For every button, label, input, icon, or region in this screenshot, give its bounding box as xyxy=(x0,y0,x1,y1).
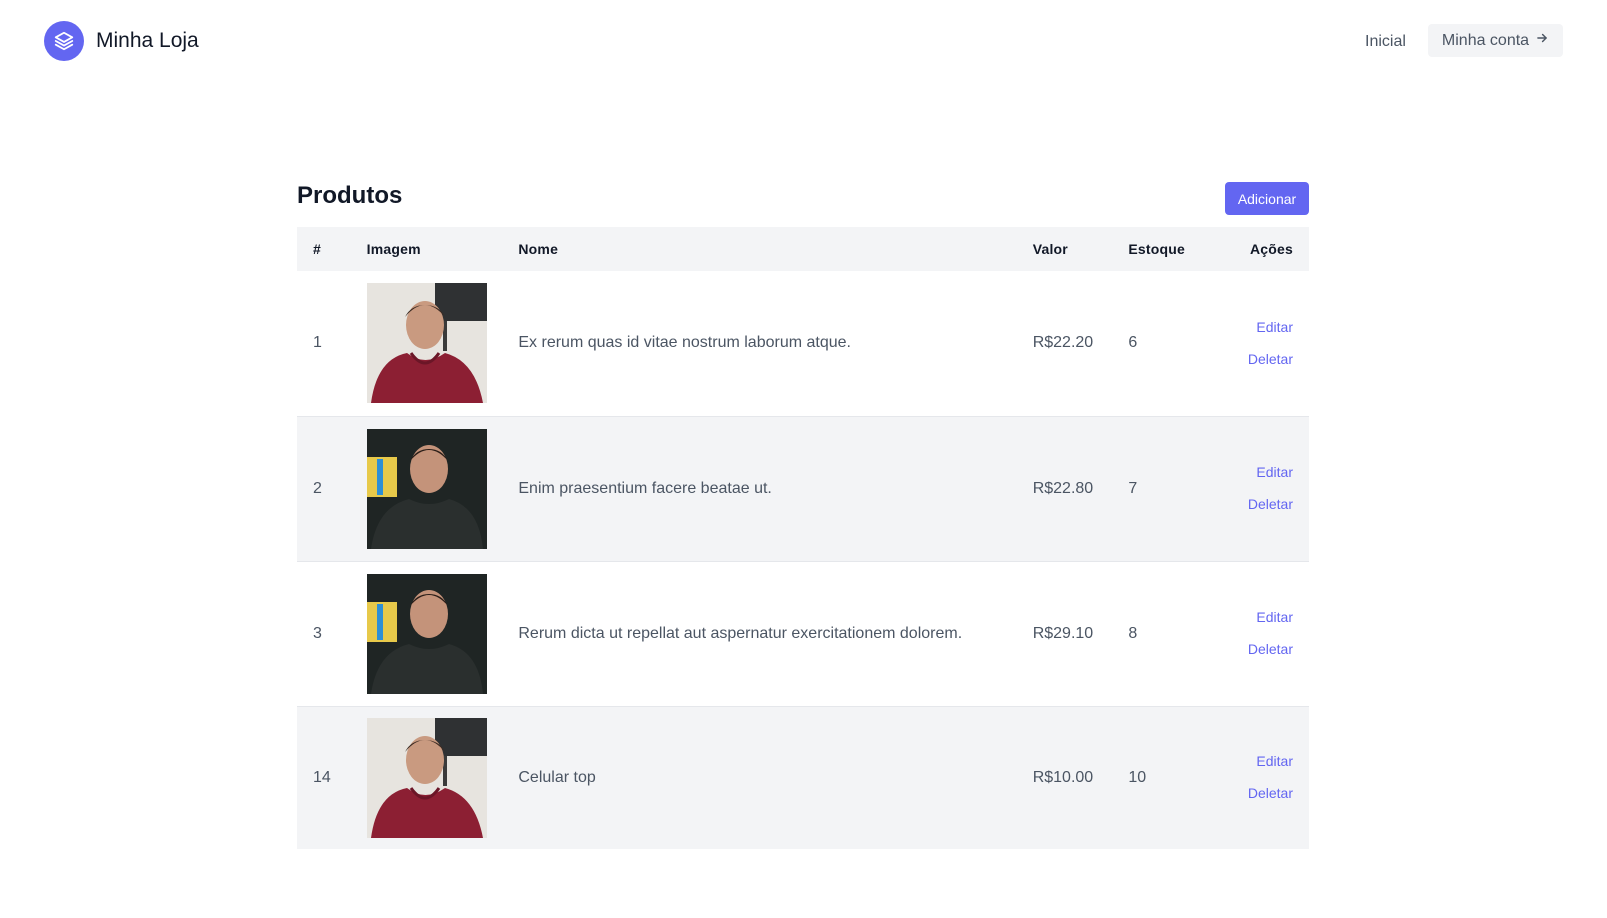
row-price: R$10.00 xyxy=(1032,768,1094,786)
arrow-right-icon xyxy=(1535,31,1549,50)
table-row: 14 Celular top R$10.00 10 Editar Deletar xyxy=(297,706,1309,849)
column-header-image: Imagem xyxy=(366,241,421,257)
product-image xyxy=(366,428,487,549)
delete-link[interactable]: Deletar xyxy=(1248,351,1293,368)
delete-link[interactable]: Deletar xyxy=(1248,496,1293,513)
column-header-name: Nome xyxy=(518,241,559,257)
product-image xyxy=(366,283,487,404)
row-stock: 8 xyxy=(1128,624,1138,642)
account-button-label: Minha conta xyxy=(1441,31,1530,49)
nav-home-link[interactable]: Inicial xyxy=(1365,33,1406,51)
column-header-id: # xyxy=(313,241,321,257)
top-header: Minha Loja Inicial Minha conta xyxy=(0,0,1607,84)
row-name: Rerum dicta ut repellat aut aspernatur e… xyxy=(518,624,963,642)
edit-link[interactable]: Editar xyxy=(1256,319,1293,336)
brand[interactable]: Minha Loja xyxy=(44,21,199,61)
row-stock: 10 xyxy=(1128,768,1147,786)
row-name: Ex rerum quas id vitae nostrum laborum a… xyxy=(518,334,851,352)
row-id: 1 xyxy=(313,334,322,352)
delete-link[interactable]: Deletar xyxy=(1248,641,1293,658)
row-id: 2 xyxy=(313,479,322,497)
products-table: # Imagem Nome Valor Estoque Ações 1 Ex r… xyxy=(297,227,1309,849)
row-id: 3 xyxy=(313,624,322,642)
table-header-row: # Imagem Nome Valor Estoque Ações xyxy=(297,227,1309,271)
row-stock: 7 xyxy=(1128,479,1138,497)
table-row: 1 Ex rerum quas id vitae nostrum laborum… xyxy=(297,271,1309,416)
column-header-price: Valor xyxy=(1032,241,1068,257)
add-product-button[interactable]: Adicionar xyxy=(1225,182,1309,215)
row-price: R$22.20 xyxy=(1032,334,1094,352)
row-name: Celular top xyxy=(518,768,596,786)
row-price: R$29.10 xyxy=(1032,624,1094,642)
edit-link[interactable]: Editar xyxy=(1256,609,1293,626)
row-id: 14 xyxy=(313,768,331,786)
column-header-actions: Ações xyxy=(1249,241,1293,257)
product-image xyxy=(366,717,487,838)
column-header-stock: Estoque xyxy=(1128,241,1186,257)
row-name: Enim praesentium facere beatae ut. xyxy=(518,479,772,497)
product-image xyxy=(366,573,487,694)
account-button[interactable]: Minha conta xyxy=(1428,24,1563,57)
layers-icon xyxy=(44,21,84,61)
edit-link[interactable]: Editar xyxy=(1256,753,1293,770)
table-row: 3 Rerum dicta ut repellat aut aspernatur… xyxy=(297,561,1309,706)
row-price: R$22.80 xyxy=(1032,479,1094,497)
page-title: Produtos xyxy=(297,182,403,209)
edit-link[interactable]: Editar xyxy=(1256,464,1293,481)
brand-name: Minha Loja xyxy=(96,29,199,52)
delete-link[interactable]: Deletar xyxy=(1248,785,1293,802)
row-stock: 6 xyxy=(1128,334,1138,352)
table-row: 2 Enim praesentium facere beatae ut. R$2… xyxy=(297,416,1309,561)
